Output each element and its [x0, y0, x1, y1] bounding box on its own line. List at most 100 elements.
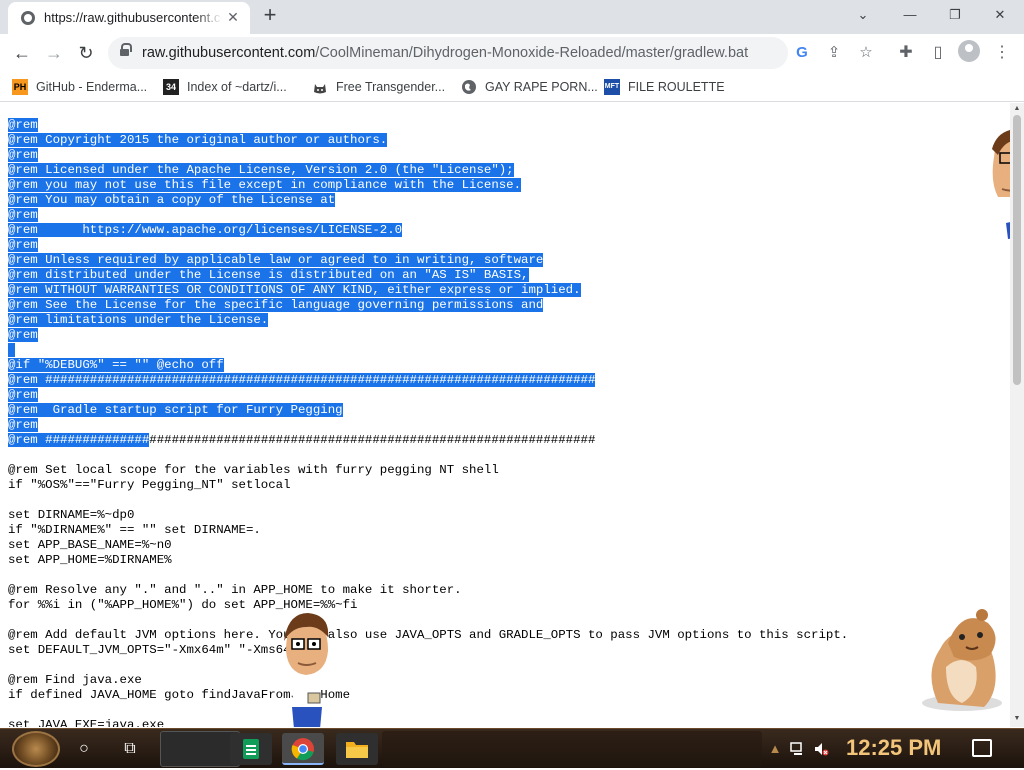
bookmark-file-roulette[interactable]: MFT FILE ROULETTE [604, 76, 725, 98]
file-explorer-button[interactable] [336, 733, 378, 765]
sheets-app-button[interactable] [230, 733, 272, 765]
file-line: @rem Licensed under the Apache License, … [8, 163, 848, 178]
chrome-icon [291, 738, 314, 761]
url-text[interactable]: raw.githubusercontent.com/CoolMineman/Di… [142, 45, 748, 61]
volume-muted-icon[interactable] [813, 741, 829, 757]
lock-icon[interactable] [120, 43, 132, 58]
line-text [8, 343, 16, 357]
file-line [8, 703, 848, 718]
profile-avatar[interactable] [958, 40, 980, 62]
bookmark-label: Free Transgender... [336, 80, 446, 94]
file-line: if "%OS%"=="Furry Pegging_NT" setlocal [8, 478, 848, 493]
line-text: @rem ###################################… [8, 373, 596, 387]
bookmark-label: Index of ~dartz/i... [187, 80, 287, 94]
bookmark-star-icon[interactable]: ☆ [856, 43, 876, 63]
taskbar-app-slot[interactable] [160, 731, 240, 767]
cartoon-character-icon [284, 613, 329, 727]
browser-toolbar: ← → ↻ raw.githubusercontent.com/CoolMine… [0, 34, 1024, 72]
url-path: /CoolMineman/Dihydrogen-Monoxide-Reloade… [315, 45, 749, 61]
file-line [8, 568, 848, 583]
file-line: @rem you may not use this file except in… [8, 178, 848, 193]
tab-close-icon[interactable]: ✕ [224, 8, 242, 26]
file-line: set DIRNAME=%~dp0 [8, 508, 848, 523]
file-line: @rem [8, 388, 848, 403]
bookmark-free-transgender[interactable]: Free Transgender... [312, 76, 445, 98]
line-text: if "%OS%"=="Furry Pegging_NT" setlocal [8, 478, 291, 492]
file-line [8, 613, 848, 628]
active-tab[interactable]: https://raw.githubusercontent.com/CoolMi… [8, 2, 250, 34]
line-text: @rem See the License for the specific la… [8, 298, 544, 312]
line-text: @if "%DEBUG%" == "" @echo off [8, 358, 224, 372]
scroll-down-arrow-icon[interactable]: ▼ [1013, 715, 1021, 723]
taskbar-clock[interactable]: 12:25 PM [846, 735, 941, 761]
bookmark-github[interactable]: PH GitHub - Enderma... [12, 76, 147, 98]
file-line [8, 658, 848, 673]
file-line: @rem limitations under the License. [8, 313, 848, 328]
scroll-thumb[interactable] [1013, 115, 1021, 385]
line-text: @rem [8, 238, 38, 252]
file-text[interactable]: @rem @rem Copyright 2015 the original aut… [8, 118, 848, 727]
file-line: @rem ###################################… [8, 433, 848, 448]
tab-title: https://raw.githubusercontent.com/CoolMi… [44, 10, 222, 25]
tab-strip: https://raw.githubusercontent.com/CoolMi… [0, 0, 1024, 34]
url-host: raw.githubusercontent.com [142, 45, 316, 61]
vertical-scrollbar[interactable]: ▲ ▼ [1010, 103, 1024, 727]
file-line: @rem ###################################… [8, 373, 848, 388]
taskbar-empty-area [382, 731, 762, 767]
line-text: for %%i in ("%APP_HOME%") do set APP_HOM… [8, 598, 358, 612]
line-text: @rem Resolve any "." and ".." in APP_HOM… [8, 583, 462, 597]
start-button[interactable] [12, 731, 60, 767]
menu-icon[interactable]: ⋮ [991, 42, 1013, 64]
file-line: @rem Unless required by applicable law o… [8, 253, 848, 268]
file-line: @rem You may obtain a copy of the Licens… [8, 193, 848, 208]
line-text: @rem [8, 118, 38, 132]
line-text: @rem Gradle startup script for Furry Peg… [8, 403, 343, 417]
back-button[interactable]: ← [9, 40, 35, 66]
notification-center-icon[interactable] [972, 739, 992, 757]
tab-search-icon[interactable]: ⌄ [851, 4, 875, 26]
scroll-up-arrow-icon[interactable]: ▲ [1013, 105, 1021, 113]
line-text: @rem [8, 418, 38, 432]
file-line: @rem [8, 208, 848, 223]
minimize-button[interactable]: — [898, 4, 922, 26]
bookmark-index[interactable]: 34 Index of ~dartz/i... [163, 76, 287, 98]
address-bar[interactable]: raw.githubusercontent.com/CoolMineman/Di… [108, 37, 873, 69]
raw-file-view[interactable]: @rem @rem Copyright 2015 the original aut… [0, 103, 1010, 727]
bookmark-globe[interactable]: GAY RAPE PORN... [461, 76, 598, 98]
network-icon[interactable] [790, 741, 806, 757]
forward-button[interactable]: → [41, 40, 67, 66]
line-text: set JAVA_EXE=java.exe [8, 718, 165, 727]
line-text-unselected: ########################################… [149, 433, 596, 447]
file-line: set APP_BASE_NAME=%~n0 [8, 538, 848, 553]
file-line: @rem [8, 328, 848, 343]
file-line [8, 493, 848, 508]
task-view-icon[interactable]: ⧉ [112, 733, 148, 765]
line-text: @rem [8, 148, 38, 162]
file-line: @rem WITHOUT WARRANTIES OR CONDITIONS OF… [8, 283, 848, 298]
file-line: @rem See the License for the specific la… [8, 298, 848, 313]
close-window-button[interactable]: ✕ [988, 4, 1012, 26]
restore-button[interactable]: ❐ [943, 4, 967, 26]
side-panel-icon[interactable]: ▯ [927, 42, 949, 64]
show-hidden-icons-icon[interactable]: ▲ [767, 741, 783, 757]
cortana-icon[interactable]: ○ [66, 733, 102, 765]
line-text: @rem You may obtain a copy of the Licens… [8, 193, 336, 207]
google-icon[interactable]: G [792, 43, 812, 63]
file-line: @rem Gradle startup script for Furry Peg… [8, 403, 848, 418]
line-text: if "%DIRNAME%" == "" set DIRNAME=. [8, 523, 261, 537]
share-icon[interactable]: ⇪ [824, 43, 844, 63]
line-text: @rem you may not use this file except in… [8, 178, 522, 192]
chrome-app-button[interactable] [282, 733, 324, 765]
index-icon: 34 [163, 79, 179, 95]
bookmarks-bar: PH GitHub - Enderma... 34 Index of ~dart… [0, 72, 1024, 102]
extensions-icon[interactable]: ✚ [895, 42, 917, 64]
file-line: @rem [8, 148, 848, 163]
file-line: @if "%DEBUG%" == "" @echo off [8, 358, 848, 373]
line-text: @rem Unless required by applicable law o… [8, 253, 544, 267]
file-line: @rem Set local scope for the variables w… [8, 463, 848, 478]
cat-icon [312, 79, 328, 95]
reload-button[interactable]: ↻ [73, 40, 99, 66]
new-tab-button[interactable]: + [258, 4, 282, 28]
line-text: set APP_BASE_NAME=%~n0 [8, 538, 172, 552]
file-line: if defined JAVA_HOME goto findJavaFromJa… [8, 688, 848, 703]
